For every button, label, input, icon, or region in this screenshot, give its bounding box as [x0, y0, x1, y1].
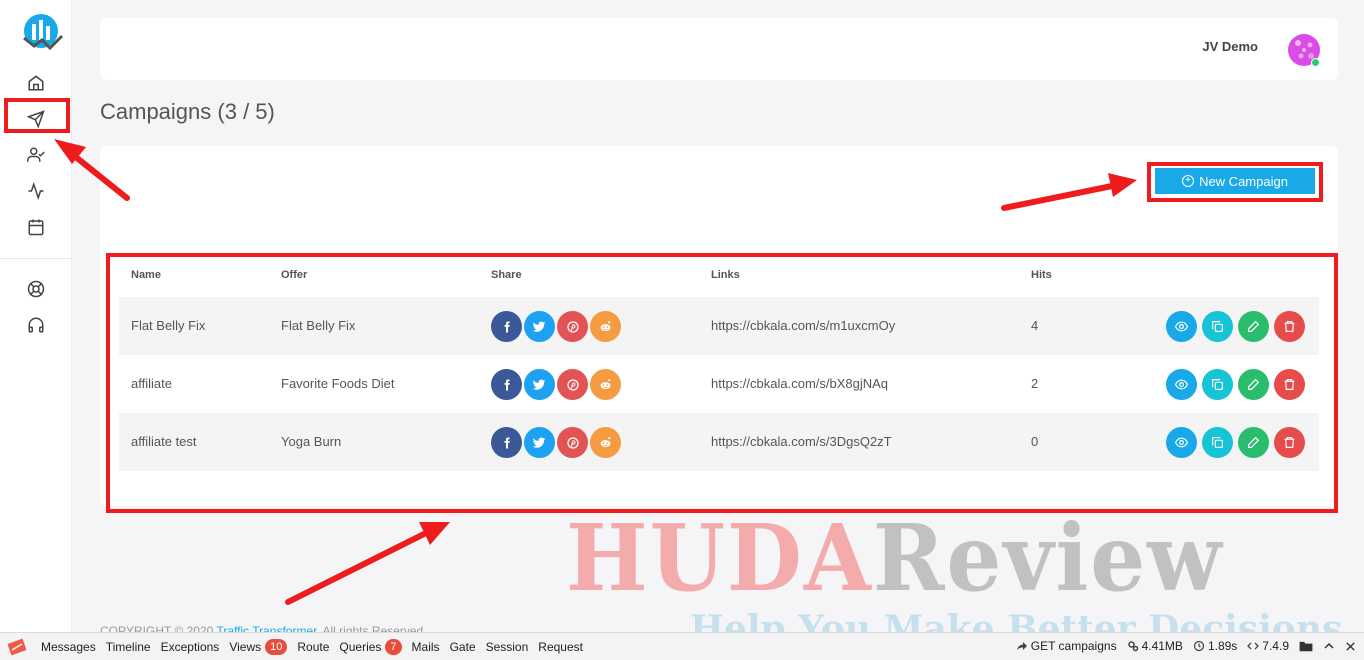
username[interactable]: JV Demo	[1202, 39, 1258, 54]
debugbar-time-label: 1.89s	[1207, 639, 1238, 653]
debugbar-memory-label: 4.41MB	[1141, 639, 1183, 653]
annotation-arrow-table	[285, 522, 450, 605]
debugbar-tab-label: Session	[485, 640, 529, 654]
clock-icon	[1193, 640, 1205, 652]
debugbar-route[interactable]: GET campaigns	[1016, 639, 1117, 653]
calendar-icon[interactable]	[24, 215, 48, 239]
annotation-box-sidebar	[4, 98, 70, 133]
debugbar-tab-label: Views	[229, 640, 262, 654]
lifebuoy-icon[interactable]	[24, 277, 48, 301]
debugbar-tab-route[interactable]: Route	[297, 640, 329, 654]
chevron-up-icon[interactable]	[1323, 640, 1335, 652]
close-icon[interactable]	[1345, 641, 1356, 652]
cogs-icon	[1127, 641, 1138, 652]
debugbar-php-version[interactable]: 7.4.9	[1247, 639, 1289, 653]
debugbar-php-label: 7.4.9	[1262, 639, 1289, 653]
debugbar-stats: GET campaigns 4.41MB 1.89s 7.4.9	[1016, 639, 1356, 653]
debugbar-tab-label: Exceptions	[160, 640, 220, 654]
online-status-dot	[1311, 58, 1320, 67]
debugbar-tab-label: Request	[538, 640, 583, 654]
debugbar-tab-label: Queries	[339, 640, 382, 654]
debugbar-tab-label: Messages	[41, 640, 96, 654]
debugbar-tab-label: Timeline	[105, 640, 151, 654]
sidebar	[0, 0, 72, 632]
count-badge: 7	[385, 639, 402, 655]
share-arrow-icon	[1016, 642, 1027, 651]
annotation-box-table	[106, 253, 1338, 513]
debugbar-memory[interactable]: 4.41MB	[1127, 639, 1183, 653]
annotation-box-new-campaign	[1147, 162, 1323, 202]
debugbar-route-label: GET campaigns	[1030, 639, 1117, 653]
debugbar-time[interactable]: 1.89s	[1193, 639, 1237, 653]
debugbar-tab-label: Route	[297, 640, 330, 654]
headphones-icon[interactable]	[24, 313, 48, 337]
debugbar-tab-label: Gate	[449, 640, 476, 654]
debugbar-tab-exceptions[interactable]: Exceptions	[161, 640, 220, 654]
home-icon[interactable]	[24, 71, 48, 95]
debugbar-tab-request[interactable]: Request	[538, 640, 583, 654]
user-check-icon[interactable]	[24, 143, 48, 167]
watermark-logo: HUDAReview	[566, 512, 1224, 604]
count-badge: 10	[265, 639, 288, 655]
debugbar-tab-mails[interactable]: Mails	[412, 640, 440, 654]
debugbar-tab-session[interactable]: Session	[486, 640, 529, 654]
debugbar-tabs: Messages Timeline Exceptions Views 10 Route Qu…	[41, 639, 593, 655]
app-logo[interactable]	[20, 12, 66, 52]
watermark-huda: HUDA	[566, 504, 873, 612]
code-icon	[1247, 642, 1260, 650]
debugbar-tab-gate[interactable]: Gate	[450, 640, 476, 654]
debug-bar: Messages Timeline Exceptions Views 10 Route Qu…	[0, 632, 1364, 660]
debugbar-tab-views[interactable]: Views 10	[229, 639, 288, 655]
debugbar-tab-timeline[interactable]: Timeline	[106, 640, 151, 654]
folder-icon[interactable]	[1299, 640, 1313, 652]
debugbar-tab-messages[interactable]: Messages	[41, 640, 96, 654]
top-header: JV Demo	[100, 18, 1338, 80]
debugbar-tab-label: Mails	[411, 640, 440, 654]
activity-icon[interactable]	[24, 179, 48, 203]
watermark-review: Review	[872, 504, 1224, 612]
debugbar-logo-icon[interactable]	[8, 638, 26, 656]
sidebar-divider	[0, 258, 72, 259]
page-title: Campaigns (3 / 5)	[100, 99, 275, 124]
debugbar-tab-queries[interactable]: Queries 7	[339, 639, 402, 655]
